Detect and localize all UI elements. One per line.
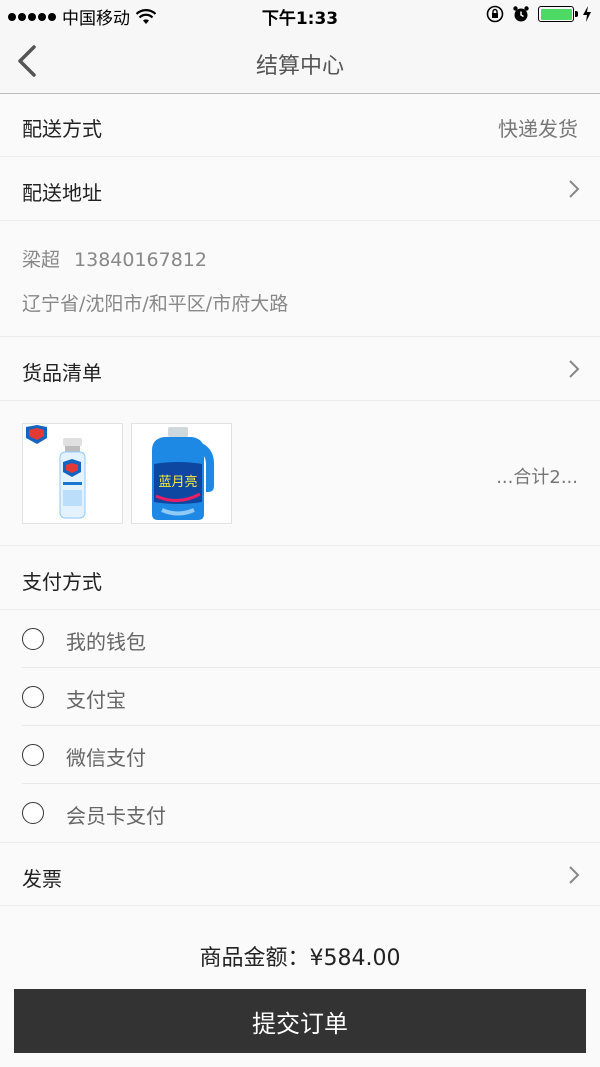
chevron-left-icon <box>18 45 36 77</box>
payment-option-label: 支付宝 <box>66 688 126 712</box>
delivery-address-row[interactable]: 配送地址 <box>0 157 600 221</box>
radio-button[interactable] <box>22 744 44 766</box>
alarm-icon <box>513 6 529 22</box>
payment-option-wechat[interactable]: 微信支付 <box>0 726 600 784</box>
battery-icon <box>538 6 578 22</box>
payment-option-alipay[interactable]: 支付宝 <box>0 668 600 726</box>
radio-button[interactable] <box>22 802 44 824</box>
product-thumbnail[interactable]: 蓝月亮 <box>131 423 232 524</box>
detergent-bottle-icon: 蓝月亮 <box>152 427 214 520</box>
charging-icon <box>583 6 591 22</box>
nav-bar: 结算中心 <box>0 30 600 94</box>
delivery-method-row[interactable]: 配送方式 快递发货 <box>0 95 600 157</box>
delivery-method-value: 快递发货 <box>498 117 578 141</box>
payment-method-header: 支付方式 <box>0 546 600 610</box>
invoice-row[interactable]: 发票 <box>0 842 600 906</box>
shampoo-bottle-icon <box>26 425 86 519</box>
payment-option-label: 微信支付 <box>66 746 146 770</box>
detergent-brand-text: 蓝月亮 <box>158 474 197 490</box>
rotation-lock-icon <box>486 5 504 23</box>
radio-button[interactable] <box>22 628 44 650</box>
product-thumbnail[interactable] <box>22 423 123 524</box>
recipient-address: 辽宁省/沈阳市/和平区/市府大路 <box>22 293 289 315</box>
payment-option-label: 我的钱包 <box>66 630 146 654</box>
chevron-right-icon <box>569 866 580 884</box>
submit-order-button[interactable]: 提交订单 <box>14 989 586 1053</box>
order-amount: 商品金额：¥584.00 <box>199 946 401 971</box>
goods-thumbnails[interactable]: 蓝月亮 ...合计2... <box>0 401 600 546</box>
chevron-right-icon <box>569 360 580 378</box>
status-right <box>486 5 592 23</box>
payment-option-member-card[interactable]: 会员卡支付 <box>0 784 600 842</box>
invoice-label: 发票 <box>22 867 62 891</box>
recipient-phone: 13840167812 <box>74 249 207 271</box>
radio-button[interactable] <box>22 686 44 708</box>
delivery-address-label: 配送地址 <box>22 181 102 205</box>
delivery-method-label: 配送方式 <box>22 117 102 141</box>
back-button[interactable] <box>10 40 50 84</box>
address-details[interactable]: 梁超 13840167812 辽宁省/沈阳市/和平区/市府大路 <box>0 221 600 337</box>
payment-option-wallet[interactable]: 我的钱包 <box>0 610 600 668</box>
recipient-name: 梁超 <box>22 249 61 271</box>
status-bar: 中国移动 下午1:33 <box>0 0 600 30</box>
recipient-line: 梁超 13840167812 <box>22 245 207 272</box>
payment-option-label: 会员卡支付 <box>66 804 166 828</box>
goods-list-label: 货品清单 <box>22 361 102 385</box>
chevron-right-icon <box>569 180 580 198</box>
page-title: 结算中心 <box>255 54 344 79</box>
goods-list-row[interactable]: 货品清单 <box>0 337 600 401</box>
goods-total: ...合计2... <box>496 467 578 488</box>
payment-method-label: 支付方式 <box>22 570 102 594</box>
